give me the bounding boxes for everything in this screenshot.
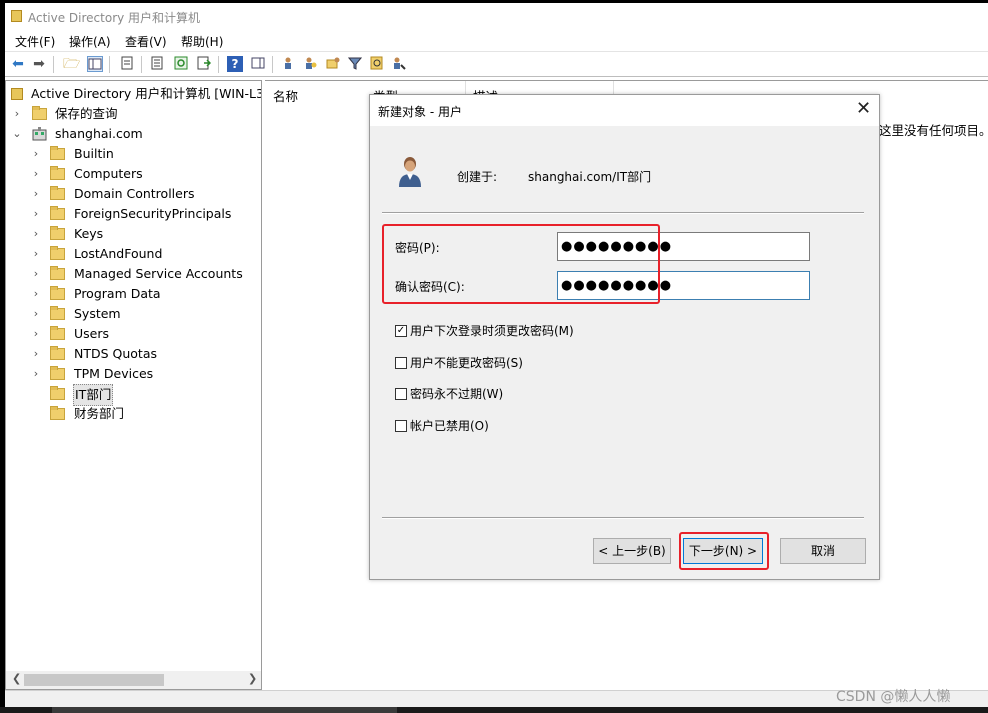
app-icon [11, 10, 22, 22]
forward-arrow-icon[interactable]: ➡ [31, 56, 47, 72]
add-user-icon[interactable] [303, 56, 319, 72]
help-icon[interactable]: ? [227, 56, 243, 72]
folder-icon [50, 146, 65, 160]
filter-icon[interactable] [347, 56, 363, 72]
divider [382, 212, 864, 214]
close-icon[interactable]: ✕ [856, 100, 871, 118]
checkbox-icon[interactable] [395, 357, 407, 369]
export-list-icon[interactable] [149, 56, 165, 72]
chevron-right-icon[interactable]: › [30, 304, 42, 324]
folder-icon [50, 166, 65, 180]
toolbar: ⬅ ➡ 🗁 ? [5, 51, 988, 77]
back-button[interactable]: < 上一步(B) [593, 538, 671, 564]
watermark: CSDN @懒人人懒 [836, 689, 951, 705]
tree-item-computers[interactable]: › Computers [30, 164, 260, 184]
ad-console-icon [11, 88, 23, 100]
checkbox-checked-icon[interactable]: ✓ [395, 325, 407, 337]
tree-item-lost-and-found[interactable]: › LostAndFound [30, 244, 260, 264]
divider [382, 517, 864, 519]
scroll-right-icon[interactable]: ❯ [248, 672, 257, 685]
checkbox-icon[interactable] [395, 420, 407, 432]
tree-item-tpm-devices[interactable]: › TPM Devices [30, 364, 260, 384]
folder-icon [50, 206, 65, 220]
user-icon [399, 157, 421, 187]
users-icon[interactable] [281, 56, 297, 72]
new-group-icon[interactable] [325, 56, 341, 72]
properties-icon[interactable] [119, 56, 135, 72]
menu-file[interactable]: 文件(F) [15, 33, 55, 50]
tree-horizontal-scrollbar[interactable]: ❮ ❯ [6, 671, 261, 689]
folder-icon [50, 326, 65, 340]
tree-item-managed-service-accounts[interactable]: › Managed Service Accounts [30, 264, 260, 284]
window-title: Active Directory 用户和计算机 [28, 11, 201, 25]
ou-folder-icon [50, 386, 65, 400]
console-tree: Active Directory 用户和计算机 [WIN-L3T › 保存的查询… [5, 80, 262, 690]
chevron-right-icon[interactable]: › [30, 344, 42, 364]
action-pane-icon[interactable] [250, 56, 266, 72]
tree-item-finance-dept[interactable]: 财务部门 [30, 404, 260, 424]
back-arrow-icon[interactable]: ⬅ [10, 56, 26, 72]
folder-icon [50, 366, 65, 380]
refresh-icon[interactable] [173, 56, 189, 72]
chevron-right-icon[interactable]: › [30, 244, 42, 264]
folder-icon [50, 346, 65, 360]
folder-icon [50, 246, 65, 260]
find-icon[interactable] [369, 56, 385, 72]
folder-icon [50, 226, 65, 240]
chevron-right-icon[interactable]: › [11, 104, 23, 124]
tree-item-keys[interactable]: › Keys [30, 224, 260, 244]
chevron-right-icon[interactable]: › [30, 264, 42, 284]
folder-icon [32, 106, 47, 120]
tree-item-users[interactable]: › Users [30, 324, 260, 344]
folder-icon [50, 266, 65, 280]
menu-action[interactable]: 操作(A) [69, 33, 111, 50]
up-folder-icon[interactable]: 🗁 [63, 56, 80, 72]
tree-item-system[interactable]: › System [30, 304, 260, 324]
tree-item-domain-controllers[interactable]: › Domain Controllers [30, 184, 260, 204]
dialog-title: 新建对象 - 用户 [378, 105, 462, 119]
tree-domain[interactable]: ⌄ shanghai.com [11, 124, 251, 144]
empty-list-message: 这里没有任何项目。 [879, 123, 988, 138]
chevron-right-icon[interactable]: › [30, 184, 42, 204]
tree-item-ntds-quotas[interactable]: › NTDS Quotas [30, 344, 260, 364]
add-to-group-icon[interactable] [391, 56, 407, 72]
cancel-button[interactable]: 取消 [780, 538, 866, 564]
show-console-tree-icon[interactable] [87, 56, 103, 72]
next-highlight-box [679, 532, 769, 570]
tree-item-program-data[interactable]: › Program Data [30, 284, 260, 304]
chevron-right-icon[interactable]: › [30, 144, 42, 164]
chevron-right-icon[interactable]: › [30, 204, 42, 224]
folder-icon [50, 286, 65, 300]
chevron-right-icon[interactable]: › [30, 164, 42, 184]
scroll-left-icon[interactable]: ❮ [12, 672, 21, 685]
taskbar-strip [0, 707, 988, 713]
chevron-right-icon[interactable]: › [30, 364, 42, 384]
chevron-right-icon[interactable]: › [30, 324, 42, 344]
chevron-right-icon[interactable]: › [30, 224, 42, 244]
menu-bar: 文件(F) 操作(A) 查看(V) 帮助(H) [5, 29, 988, 51]
tree-saved-queries[interactable]: › 保存的查询 [11, 104, 251, 124]
dialog-title-bar: 新建对象 - 用户 ✕ [370, 95, 879, 126]
new-user-dialog: 新建对象 - 用户 ✕ 创建于: shanghai.com/IT部门 密码(P)… [369, 94, 880, 580]
created-in-value: shanghai.com/IT部门 [528, 170, 652, 184]
tree-item-builtin[interactable]: › Builtin [30, 144, 260, 164]
column-header-name[interactable]: 名称 [273, 86, 298, 105]
chevron-down-icon[interactable]: ⌄ [11, 124, 23, 144]
menu-help[interactable]: 帮助(H) [181, 33, 223, 50]
folder-icon [50, 186, 65, 200]
export-icon[interactable] [196, 56, 212, 72]
ou-folder-icon [50, 406, 65, 420]
chevron-right-icon[interactable]: › [30, 284, 42, 304]
domain-icon [32, 127, 47, 141]
menu-view[interactable]: 查看(V) [125, 33, 167, 50]
password-highlight-box [382, 224, 660, 304]
tree-item-it-dept[interactable]: IT部门 [30, 384, 260, 406]
tree-item-foreign-security-principals[interactable]: › ForeignSecurityPrincipals [30, 204, 260, 224]
created-in-label: 创建于: [457, 170, 498, 184]
scroll-thumb[interactable] [24, 674, 164, 686]
title-bar: Active Directory 用户和计算机 [5, 3, 988, 29]
checkbox-icon[interactable] [395, 388, 407, 400]
folder-icon [50, 306, 65, 320]
